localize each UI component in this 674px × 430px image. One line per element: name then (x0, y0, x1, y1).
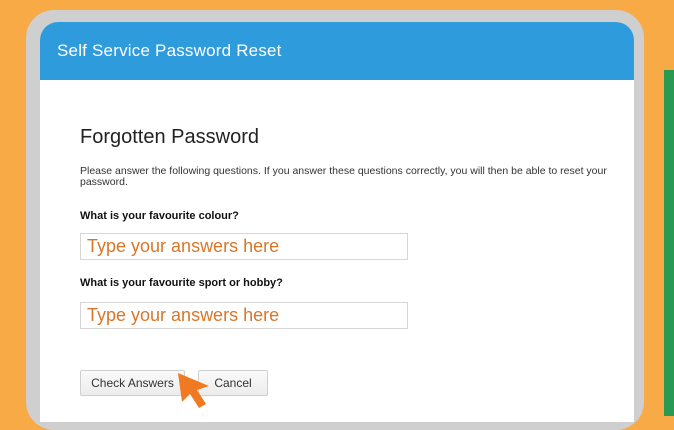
pointer-arrow-icon (178, 373, 209, 408)
title-bar: Self Service Password Reset (40, 22, 634, 80)
window-title: Self Service Password Reset (57, 41, 282, 60)
question-2-label: What is your favourite sport or hobby? (80, 277, 283, 289)
question-2-answer-input[interactable] (80, 302, 408, 329)
page-title: Forgotten Password (80, 126, 259, 148)
password-reset-window: Self Service Password Reset Forgotten Pa… (40, 22, 634, 422)
check-answers-button[interactable]: Check Answers (80, 370, 185, 396)
question-1-answer-input[interactable] (80, 233, 408, 260)
question-1-label: What is your favourite colour? (80, 210, 239, 222)
instructions-text: Please answer the following questions. I… (80, 165, 607, 188)
green-border-strip (664, 70, 674, 416)
